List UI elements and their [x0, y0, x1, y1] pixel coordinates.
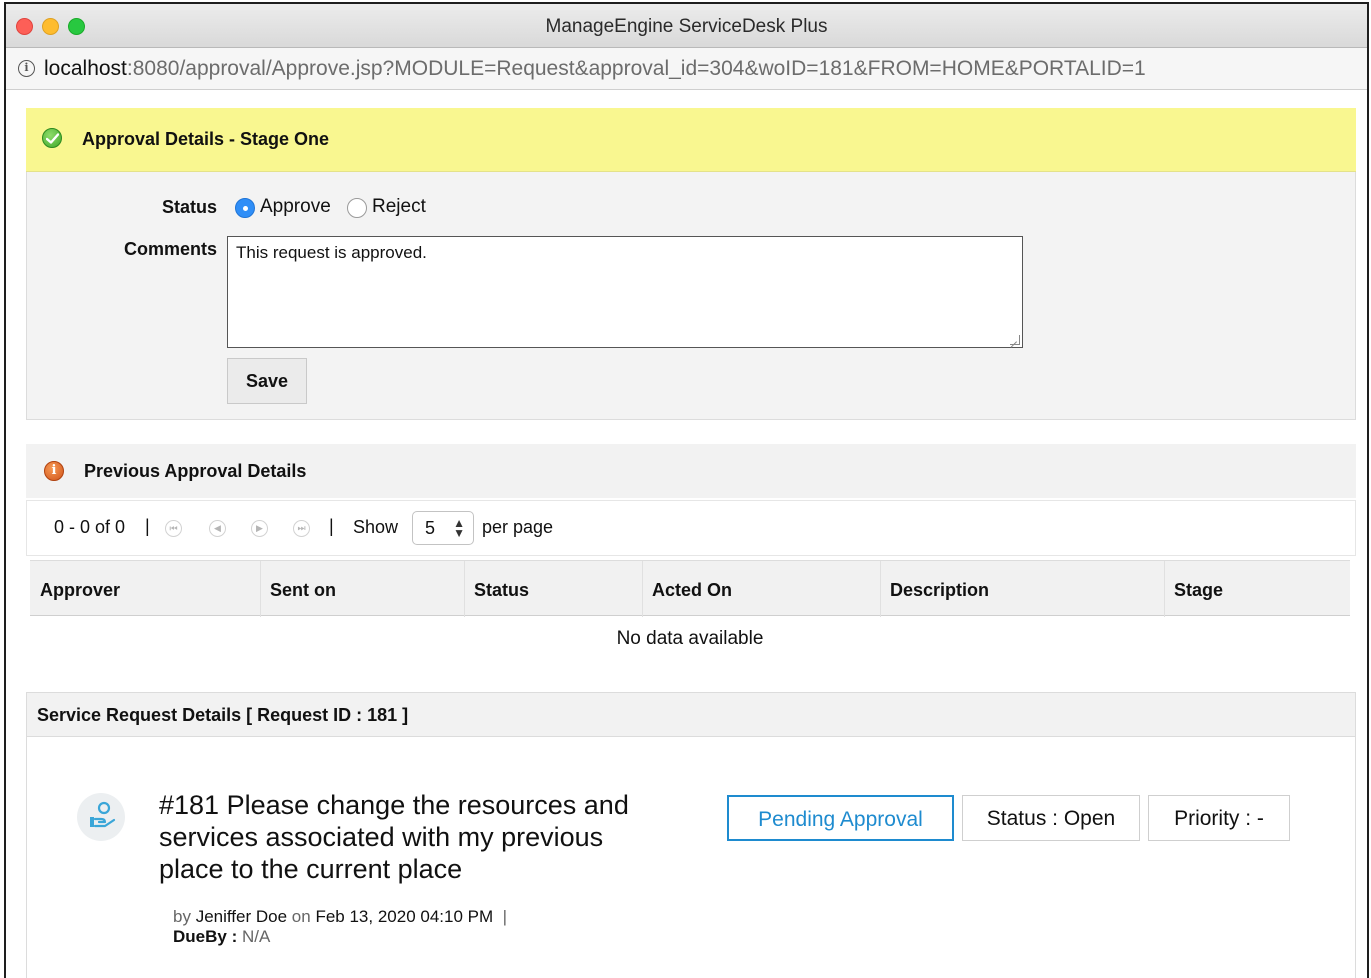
pagination-bar: 0 - 0 of 0 | ⏮ ◀ ▶ ⏭ | Show 5 ▲ ▼ per pag… — [26, 500, 1356, 556]
comments-label: Comments — [123, 239, 217, 259]
request-hand-icon — [77, 793, 125, 841]
reject-radio-label[interactable]: Reject — [372, 196, 426, 218]
request-date: Feb 13, 2020 04:10 PM — [315, 907, 494, 926]
on-label: on — [291, 907, 311, 926]
comments-value: This request is approved. — [236, 243, 427, 262]
meta-separator: | — [502, 907, 508, 926]
site-info-icon[interactable]: i — [18, 60, 35, 77]
service-request-header: Service Request Details [ Request ID : 1… — [27, 693, 1355, 737]
column-header-status[interactable]: Status — [474, 580, 529, 601]
column-divider — [1164, 561, 1165, 617]
column-divider — [260, 561, 261, 617]
request-meta: by Jeniffer Doe on Feb 13, 2020 04:10 PM… — [173, 907, 507, 947]
approve-radio[interactable] — [235, 198, 255, 218]
per-page-select[interactable]: 5 ▲ ▼ — [412, 511, 474, 545]
status-badge[interactable]: Status : Open — [962, 795, 1140, 841]
save-button[interactable]: Save — [227, 358, 307, 404]
column-divider — [642, 561, 643, 617]
priority-badge[interactable]: Priority : - — [1148, 795, 1290, 841]
column-divider — [464, 561, 465, 617]
previous-approval-header: i Previous Approval Details — [26, 444, 1356, 498]
previous-approval-table: Approver Sent on Status Acted On Descrip… — [30, 560, 1350, 660]
pagination-separator: | — [145, 516, 150, 536]
approval-title: Approval Details - Stage One — [82, 129, 330, 149]
title-bar: ManageEngine ServiceDesk Plus — [6, 4, 1367, 48]
reject-radio[interactable] — [347, 198, 367, 218]
request-title: #181 Please change the resources and ser… — [159, 790, 629, 884]
address-bar[interactable]: i localhost:8080/approval/Approve.jsp?MO… — [6, 48, 1367, 90]
column-header-description[interactable]: Description — [890, 580, 989, 601]
service-request-details: Service Request Details [ Request ID : 1… — [26, 692, 1356, 978]
first-page-icon[interactable]: ⏮ — [165, 520, 182, 537]
select-arrows-icon: ▲ ▼ — [453, 516, 465, 540]
show-label: Show — [353, 517, 399, 537]
resize-handle-icon[interactable] — [1010, 335, 1020, 345]
previous-page-icon[interactable]: ◀ — [209, 520, 226, 537]
empty-table-message: No data available — [616, 628, 764, 649]
last-page-icon[interactable]: ⏭ — [293, 520, 310, 537]
url-host: localhost — [44, 57, 127, 80]
status-label: Status — [161, 197, 217, 217]
pending-approval-badge[interactable]: Pending Approval — [727, 795, 954, 841]
by-label: by — [173, 907, 191, 926]
url-path: :8080/approval/Approve.jsp?MODULE=Reques… — [126, 57, 1146, 80]
url-text[interactable]: localhost:8080/approval/Approve.jsp?MODU… — [44, 57, 1146, 81]
next-page-icon[interactable]: ▶ — [251, 520, 268, 537]
column-header-stage[interactable]: Stage — [1174, 580, 1223, 601]
column-divider — [880, 561, 881, 617]
approval-form: Status Approve Reject Comments This requ… — [26, 172, 1356, 420]
column-header-acted-on[interactable]: Acted On — [652, 580, 732, 601]
approval-header: Approval Details - Stage One — [26, 108, 1356, 172]
info-circle-icon: i — [44, 461, 64, 481]
browser-window: ManageEngine ServiceDesk Plus i localhos… — [4, 2, 1369, 978]
per-page-value: 5 — [425, 518, 436, 538]
comments-textarea[interactable]: This request is approved. — [227, 236, 1023, 348]
dueby-label: DueBy : — [173, 927, 238, 946]
check-circle-icon — [42, 128, 62, 148]
pagination-range: 0 - 0 of 0 — [54, 517, 126, 537]
column-header-sent-on[interactable]: Sent on — [270, 580, 336, 601]
page-content: Approval Details - Stage One Status Appr… — [26, 108, 1356, 978]
column-header-approver[interactable]: Approver — [40, 580, 120, 601]
window-title: ManageEngine ServiceDesk Plus — [545, 16, 828, 37]
per-page-label: per page — [482, 517, 554, 537]
table-header: Approver Sent on Status Acted On Descrip… — [30, 560, 1350, 617]
previous-approval-title: Previous Approval Details — [84, 461, 307, 481]
dueby-value: N/A — [241, 927, 271, 946]
approve-radio-label[interactable]: Approve — [260, 196, 331, 218]
requester-name[interactable]: Jeniffer Doe — [196, 907, 287, 926]
pagination-separator-2: | — [329, 516, 334, 536]
